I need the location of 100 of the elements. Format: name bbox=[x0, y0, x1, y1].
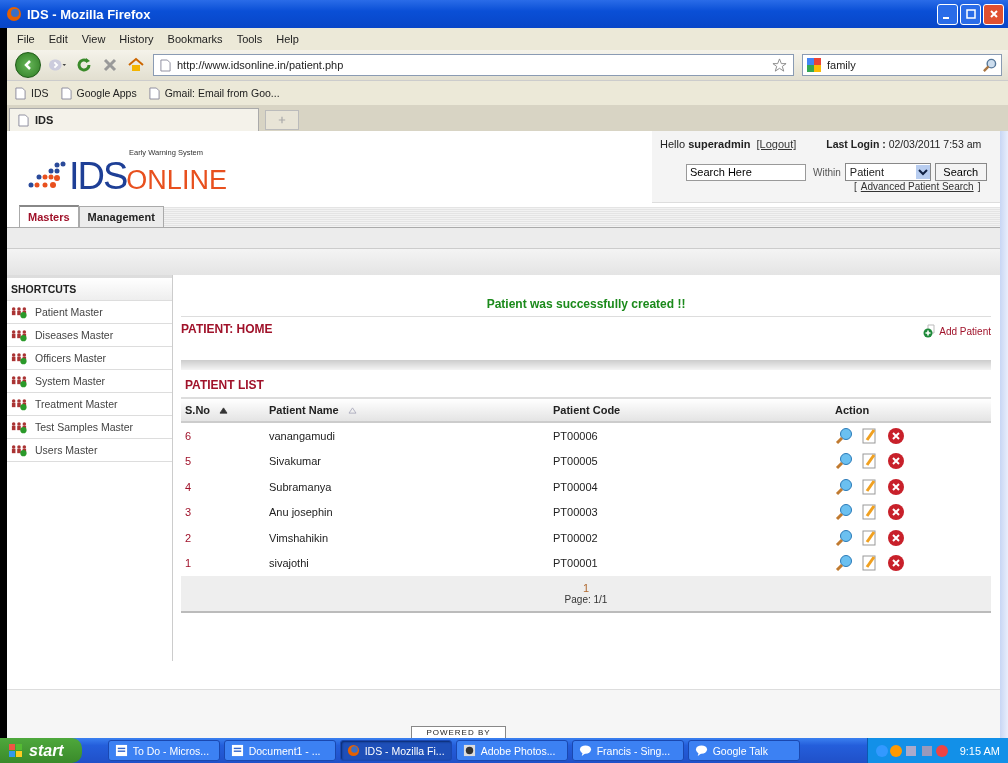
table-cell-text: Subramanya bbox=[268, 479, 333, 495]
scrollbar[interactable] bbox=[1000, 131, 1008, 738]
taskbar-button[interactable]: IDS - Mozilla Fi... bbox=[339, 740, 452, 761]
column-header: Action bbox=[831, 399, 991, 422]
people-icon bbox=[11, 420, 27, 434]
edit-icon[interactable] bbox=[861, 477, 879, 496]
table-cell: vanangamudi bbox=[265, 422, 549, 449]
delete-icon[interactable] bbox=[887, 528, 905, 547]
home-icon[interactable] bbox=[127, 57, 145, 73]
bookmark-item[interactable]: IDS bbox=[15, 86, 49, 100]
table-cell-text: 4 bbox=[184, 479, 193, 495]
edit-icon[interactable] bbox=[861, 528, 879, 547]
reload-icon[interactable] bbox=[75, 57, 93, 73]
edit-icon[interactable] bbox=[861, 503, 879, 522]
menu-item[interactable]: Tools bbox=[236, 33, 263, 45]
last-login-text: Last Login : 02/03/2011 7:53 am bbox=[826, 138, 982, 150]
view-icon[interactable] bbox=[835, 528, 853, 547]
delete-icon[interactable] bbox=[887, 477, 905, 496]
page-title: PATIENT: HOME bbox=[181, 322, 273, 336]
delete-icon[interactable] bbox=[887, 503, 905, 522]
taskbar-button[interactable]: To Do - Micros... bbox=[107, 740, 220, 761]
bookmark-item[interactable]: Google Apps bbox=[60, 86, 137, 100]
edit-icon[interactable] bbox=[861, 554, 879, 573]
table-cell-text: Sivakumar bbox=[268, 454, 322, 470]
menu-item[interactable]: View bbox=[81, 33, 106, 45]
search-icon[interactable] bbox=[982, 57, 997, 73]
page-icon bbox=[148, 86, 160, 100]
taskbar-button[interactable]: Adobe Photos... bbox=[455, 740, 568, 761]
bookmark-item[interactable]: Gmail: Email from Goo... bbox=[148, 86, 280, 100]
view-icon[interactable] bbox=[835, 503, 853, 522]
search-engine-icon bbox=[807, 58, 821, 72]
firefox-icon bbox=[346, 744, 360, 757]
logo-text: ONLINE bbox=[126, 167, 227, 194]
menu-item[interactable]: Edit bbox=[48, 33, 68, 45]
sidebar-item[interactable]: Diseases Master bbox=[7, 324, 172, 347]
page-link[interactable]: 1 bbox=[582, 582, 590, 594]
sidebar-item[interactable]: Patient Master bbox=[7, 301, 172, 324]
page-icon bbox=[15, 86, 26, 100]
sort-arrow-icon[interactable] bbox=[219, 407, 229, 414]
taskbar-button[interactable]: Document1 - ... bbox=[223, 740, 336, 761]
view-icon[interactable] bbox=[835, 452, 853, 471]
table-cell-text: Anu josephin bbox=[268, 505, 334, 521]
web-search-field[interactable]: family bbox=[802, 54, 1002, 76]
back-button[interactable] bbox=[15, 52, 41, 78]
close-button[interactable] bbox=[983, 3, 1004, 25]
taskbar-button[interactable]: Francis - Sing... bbox=[571, 740, 684, 761]
star-icon[interactable] bbox=[772, 57, 787, 73]
edit-icon[interactable] bbox=[861, 452, 879, 471]
browser-tab[interactable]: IDS bbox=[9, 108, 259, 131]
view-icon[interactable] bbox=[835, 426, 853, 445]
page-icon bbox=[160, 58, 171, 72]
edit-icon[interactable] bbox=[861, 426, 879, 445]
close-icon bbox=[988, 9, 999, 19]
table-cell-text: PT00001 bbox=[552, 556, 599, 572]
minimize-icon bbox=[943, 17, 949, 19]
people-icon bbox=[11, 351, 27, 365]
people-icon bbox=[11, 443, 27, 457]
nav-tab[interactable]: Masters bbox=[19, 205, 79, 227]
delete-icon[interactable] bbox=[887, 554, 905, 573]
table-cell-text: 2 bbox=[184, 530, 193, 546]
add-patient-link[interactable]: Add Patient bbox=[923, 324, 991, 338]
nav-tab[interactable]: Management bbox=[78, 206, 164, 227]
delete-icon[interactable] bbox=[887, 426, 905, 445]
maximize-button[interactable] bbox=[960, 3, 981, 25]
column-header: Patient Code bbox=[549, 399, 831, 422]
within-label: Within bbox=[813, 166, 841, 178]
menu-item[interactable]: Help bbox=[276, 33, 299, 45]
page-icon bbox=[18, 113, 29, 127]
taskbar-button[interactable]: Google Talk bbox=[687, 740, 800, 761]
sidebar-item[interactable]: Users Master bbox=[7, 439, 172, 462]
column-header[interactable]: Patient Name bbox=[265, 399, 549, 422]
logout-link[interactable]: [Logout] bbox=[756, 138, 797, 150]
table-cell-text: 1 bbox=[184, 556, 193, 572]
sidebar-item[interactable]: Officers Master bbox=[7, 347, 172, 370]
table-cell-text: sivajothi bbox=[268, 556, 310, 572]
scope-dropdown[interactable]: Patient bbox=[844, 163, 931, 181]
speech-bubble-icon bbox=[578, 744, 592, 757]
table-cell-text: 3 bbox=[184, 505, 193, 521]
advanced-search-link[interactable]: Advanced Patient Search bbox=[860, 181, 974, 192]
sidebar-item[interactable]: Test Samples Master bbox=[7, 416, 172, 439]
address-field[interactable]: http://www.idsonline.in/patient.php bbox=[153, 54, 794, 76]
menu-item[interactable]: Bookmarks bbox=[167, 33, 223, 45]
search-button[interactable]: Search bbox=[934, 163, 987, 181]
camera-icon bbox=[462, 744, 476, 757]
sidebar-item[interactable]: System Master bbox=[7, 370, 172, 393]
plus-icon bbox=[278, 116, 286, 124]
sidebar-item[interactable]: Treatment Master bbox=[7, 393, 172, 416]
menu-item[interactable]: File bbox=[17, 33, 35, 45]
view-icon[interactable] bbox=[835, 477, 853, 496]
view-icon[interactable] bbox=[835, 554, 853, 573]
delete-icon[interactable] bbox=[887, 452, 905, 471]
start-button[interactable]: start bbox=[0, 738, 82, 763]
stop-icon[interactable] bbox=[101, 57, 119, 73]
column-header[interactable]: S.No bbox=[181, 399, 265, 422]
people-icon bbox=[11, 397, 27, 411]
maximize-icon bbox=[965, 9, 976, 19]
minimize-button[interactable] bbox=[937, 3, 958, 25]
table-cell-text: PT00002 bbox=[552, 530, 599, 546]
menu-item[interactable]: History bbox=[119, 33, 154, 45]
search-field[interactable]: Search Here bbox=[686, 163, 806, 181]
